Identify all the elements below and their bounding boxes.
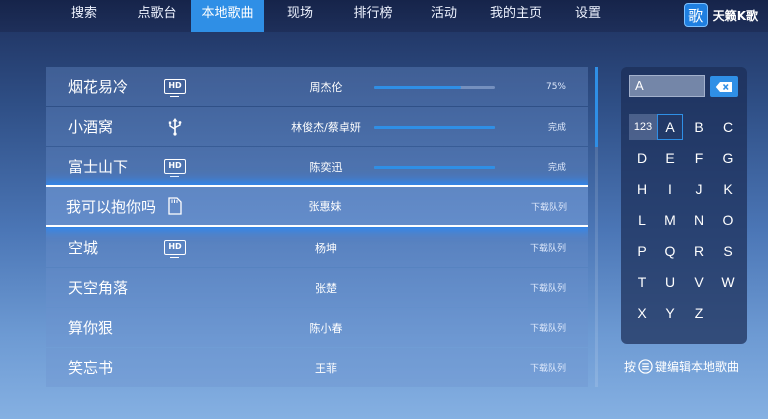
download-progress-fill bbox=[374, 165, 495, 169]
song-status: 75% bbox=[545, 81, 566, 92]
key-f[interactable]: F bbox=[686, 145, 712, 171]
key-d[interactable]: D bbox=[629, 145, 655, 171]
key-h[interactable]: H bbox=[629, 176, 655, 202]
song-row[interactable]: 富士山下 HD 陈奕迅 完成 bbox=[46, 147, 588, 186]
key-z[interactable]: Z bbox=[686, 300, 712, 326]
song-status: 下载队列 bbox=[530, 202, 567, 213]
key-v[interactable]: V bbox=[686, 269, 712, 295]
song-row[interactable]: 笑忘书 王菲 下载队列 bbox=[46, 348, 588, 387]
tab-charts[interactable]: 排行榜 bbox=[342, 0, 404, 32]
key-g[interactable]: G bbox=[715, 145, 741, 171]
key-b[interactable]: B bbox=[686, 114, 712, 140]
key-s[interactable]: S bbox=[715, 238, 741, 264]
key-m[interactable]: M bbox=[657, 207, 683, 233]
song-status: 完成 bbox=[547, 123, 566, 133]
song-status: 完成 bbox=[547, 163, 566, 173]
key-i[interactable]: I bbox=[657, 176, 683, 202]
brand-logo-icon: 歌 bbox=[683, 3, 708, 27]
key-n[interactable]: N bbox=[686, 207, 712, 233]
tab-live[interactable]: 现场 bbox=[272, 0, 328, 32]
song-badge: HD bbox=[164, 238, 186, 258]
usb-icon bbox=[168, 117, 182, 136]
song-row[interactable]: 天空角落 张楚 下载队列 bbox=[46, 268, 588, 307]
song-artist: 王菲 bbox=[315, 361, 337, 375]
key-123[interactable]: 123 bbox=[629, 114, 657, 140]
song-row[interactable]: 空城 HD 杨坤 下载队列 bbox=[46, 228, 588, 267]
song-title: 烟花易冷 bbox=[68, 78, 129, 96]
key-p[interactable]: P bbox=[629, 238, 655, 264]
key-y[interactable]: Y bbox=[657, 300, 683, 326]
song-status: 下载队列 bbox=[529, 284, 566, 294]
edit-hint-prefix: 按 bbox=[624, 359, 637, 374]
download-progress bbox=[374, 165, 495, 169]
download-progress bbox=[374, 85, 495, 89]
key-r[interactable]: R bbox=[686, 238, 712, 264]
key-e[interactable]: E bbox=[657, 145, 683, 171]
tab-search[interactable]: 搜索 bbox=[56, 0, 112, 32]
key-o[interactable]: O bbox=[715, 207, 741, 233]
song-artist: 张惠妹 bbox=[308, 200, 342, 213]
song-status: 下载队列 bbox=[529, 244, 566, 254]
brand: 歌 天籁K歌 bbox=[683, 2, 758, 28]
hd-icon: HD bbox=[164, 240, 186, 258]
song-title: 天空角落 bbox=[68, 279, 129, 297]
list-scrollbar[interactable] bbox=[595, 67, 598, 387]
list-scroll-thumb[interactable] bbox=[595, 67, 598, 147]
key-x[interactable]: X bbox=[629, 300, 655, 326]
key-u[interactable]: U bbox=[657, 269, 683, 295]
key-q[interactable]: Q bbox=[657, 238, 683, 264]
song-row[interactable]: 小酒窝 林俊杰/蔡卓妍 完成 bbox=[46, 107, 588, 146]
key-w[interactable]: W bbox=[715, 269, 741, 295]
song-artist: 杨坤 bbox=[315, 241, 337, 255]
keyboard-input[interactable]: A bbox=[629, 75, 705, 97]
song-artist: 陈小春 bbox=[309, 321, 343, 335]
menu-icon bbox=[638, 358, 653, 374]
song-row[interactable]: 算你狠 陈小春 下载队列 bbox=[46, 308, 588, 347]
song-title: 小酒窝 bbox=[68, 118, 114, 136]
song-status: 下载队列 bbox=[529, 364, 566, 374]
download-progress bbox=[374, 125, 495, 129]
top-nav: 搜索 点歌台 本地歌曲 现场 排行榜 活动 我的主页 设置 歌 天籁K歌 bbox=[0, 0, 768, 32]
song-title: 算你狠 bbox=[68, 319, 114, 337]
backspace-icon bbox=[715, 81, 732, 92]
edit-hint-suffix: 键编辑本地歌曲 bbox=[655, 359, 740, 374]
song-artist: 张楚 bbox=[315, 281, 337, 295]
song-badge bbox=[167, 117, 183, 137]
edit-hint: 按 键编辑本地歌曲 bbox=[624, 356, 739, 376]
tab-song-desk[interactable]: 点歌台 bbox=[126, 0, 188, 32]
key-t[interactable]: T bbox=[629, 269, 655, 295]
song-title: 笑忘书 bbox=[68, 359, 114, 377]
song-badge: HD bbox=[164, 77, 186, 97]
tab-settings[interactable]: 设置 bbox=[560, 0, 616, 32]
key-l[interactable]: L bbox=[629, 207, 655, 233]
song-title: 我可以抱你吗 bbox=[66, 197, 157, 216]
song-row-selected[interactable]: 我可以抱你吗 张惠妹 下载队列 bbox=[46, 185, 588, 227]
letter-keyboard: A 123 A B C D E F G H I J K L M N O P Q … bbox=[621, 67, 747, 344]
hd-icon: HD bbox=[164, 159, 186, 177]
song-badge bbox=[168, 196, 182, 216]
local-song-list: 烟花易冷 HD 周杰伦 75% 小酒窝 林俊杰/蔡卓妍 完成 富士山下 HD 陈… bbox=[46, 67, 588, 387]
brand-name: 天籁K歌 bbox=[712, 8, 758, 23]
backspace-button[interactable] bbox=[710, 76, 738, 97]
song-row[interactable]: 烟花易冷 HD 周杰伦 75% bbox=[46, 67, 588, 106]
sd-card-icon bbox=[168, 197, 182, 215]
key-j[interactable]: J bbox=[686, 176, 712, 202]
download-progress-fill bbox=[374, 125, 495, 129]
key-k[interactable]: K bbox=[715, 176, 741, 202]
tab-my-home[interactable]: 我的主页 bbox=[481, 0, 551, 32]
song-badge: HD bbox=[164, 157, 186, 177]
key-c[interactable]: C bbox=[715, 114, 741, 140]
download-progress-fill bbox=[374, 85, 462, 89]
song-title: 空城 bbox=[68, 239, 99, 257]
tab-events[interactable]: 活动 bbox=[416, 0, 472, 32]
song-status: 下载队列 bbox=[529, 324, 566, 334]
tab-local-songs[interactable]: 本地歌曲 bbox=[191, 0, 264, 32]
hd-icon: HD bbox=[164, 79, 186, 97]
key-a[interactable]: A bbox=[657, 114, 683, 140]
song-title: 富士山下 bbox=[68, 158, 129, 176]
